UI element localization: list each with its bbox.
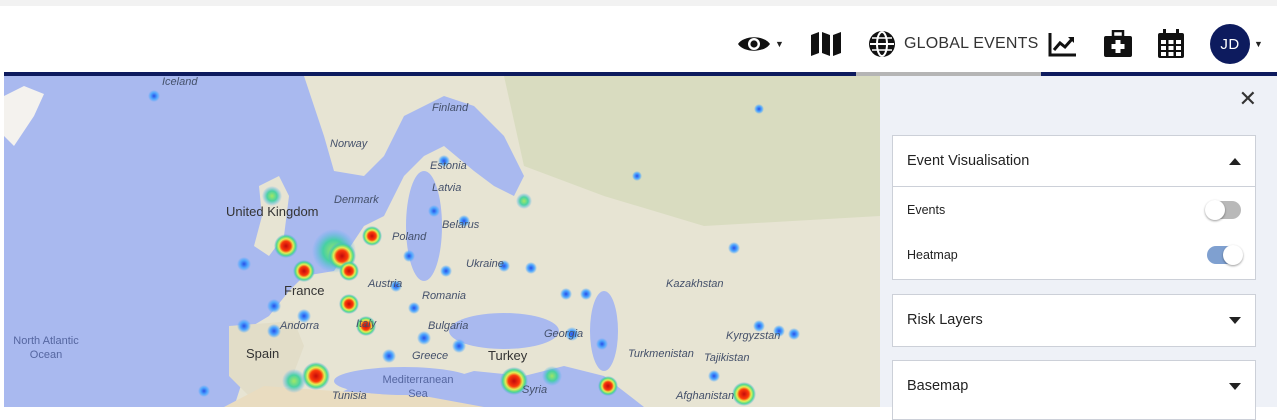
risk-layers-section[interactable]: Risk Layers	[892, 294, 1256, 347]
map-label-kazakhstan: Kazakhstan	[666, 278, 724, 290]
basemap-section[interactable]: Basemap	[892, 360, 1256, 420]
global-events-label: GLOBAL EVENTS	[904, 35, 1039, 52]
map-label-romania: Romania	[422, 290, 467, 302]
map-label-belarus: Belarus	[442, 219, 480, 231]
map-label-afghanistan: Afghanistan	[676, 390, 735, 402]
medical-button[interactable]	[1103, 26, 1133, 62]
map-label-turkey: Turkey	[488, 348, 528, 363]
events-option: Events	[893, 187, 1255, 232]
calendar-icon	[1158, 29, 1184, 58]
map-label-norway: Norway	[330, 138, 368, 150]
visibility-menu[interactable]: ▼	[737, 26, 784, 62]
map-label-france: France	[284, 283, 325, 298]
map-label-greece: Greece	[412, 350, 449, 362]
user-menu[interactable]: JD ▼	[1210, 24, 1263, 64]
chart-icon	[1048, 33, 1076, 57]
map-label-kyrgyzstan: Kyrgyzstan	[726, 330, 781, 342]
map-label-united-kingdom: United Kingdom	[226, 204, 319, 219]
globe-icon	[869, 31, 895, 57]
map-label-turkmenistan: Turkmenistan	[628, 348, 694, 360]
risk-layers-header[interactable]: Risk Layers	[893, 295, 1255, 345]
map-label-ukraine: Ukraine	[466, 258, 504, 270]
chevron-down-icon	[1229, 382, 1241, 390]
map-label-poland: Poland	[392, 231, 427, 243]
map-label-iceland: Iceland	[162, 76, 198, 88]
map-icon	[811, 32, 841, 56]
map-label-finland: Finland	[432, 102, 469, 114]
eye-icon	[738, 37, 770, 51]
layers-panel: ✕ Event Visualisation Events Heatmap Ris…	[880, 76, 1277, 420]
map-label-latvia: Latvia	[432, 182, 462, 194]
heatmap-label: Heatmap	[907, 247, 958, 262]
event-visualisation-title: Event Visualisation	[907, 153, 1030, 169]
medical-kit-icon	[1104, 30, 1132, 57]
map-label-estonia: Estonia	[430, 160, 467, 172]
map-label-spain: Spain	[246, 346, 280, 361]
chevron-down-icon: ▼	[1254, 39, 1263, 49]
map-label-tajikistan: Tajikistan	[704, 352, 750, 364]
map-label-syria: Syria	[522, 384, 548, 396]
heatmap-map[interactable]: Iceland Finland Norway Estonia Latvia De…	[4, 76, 880, 407]
avatar: JD	[1210, 24, 1250, 64]
map-label-denmark: Denmark	[334, 194, 379, 206]
chevron-down-icon	[1229, 316, 1241, 324]
risk-layers-title: Risk Layers	[907, 312, 983, 328]
events-label: Events	[907, 202, 946, 217]
events-toggle[interactable]	[1205, 199, 1241, 220]
chevron-up-icon	[1229, 157, 1241, 165]
map-label-north-atlantic-ocean: North Atlantic Ocean	[13, 335, 79, 361]
global-events-button[interactable]: GLOBAL EVENTS	[868, 26, 1039, 62]
map-label-bulgaria: Bulgaria	[428, 320, 469, 332]
map-label-andorra: Andorra	[280, 320, 320, 332]
chevron-down-icon: ▼	[775, 39, 784, 49]
heatmap-option: Heatmap	[893, 232, 1255, 277]
map-label-tunisia: Tunisia	[332, 390, 367, 402]
map-button[interactable]	[810, 26, 842, 62]
basemap-title: Basemap	[907, 378, 969, 394]
map-label-georgia: Georgia	[544, 328, 584, 340]
calendar-button[interactable]	[1157, 26, 1185, 62]
top-navigation-bar: ▼ GLOBAL EVENTS JD ▼	[0, 0, 1277, 72]
analytics-button[interactable]	[1048, 26, 1078, 62]
basemap-header[interactable]: Basemap	[893, 361, 1255, 411]
map-label-italy: Italy	[356, 318, 377, 330]
map-label-mediterranean-sea: Mediterranean Sea	[382, 374, 454, 400]
event-visualisation-header[interactable]: Event Visualisation	[893, 136, 1255, 186]
map-label-austria: Austria	[368, 278, 403, 290]
heatmap-toggle[interactable]	[1207, 244, 1243, 265]
close-icon[interactable]: ✕	[1239, 86, 1257, 112]
event-visualisation-section: Event Visualisation Events Heatmap	[892, 135, 1256, 280]
